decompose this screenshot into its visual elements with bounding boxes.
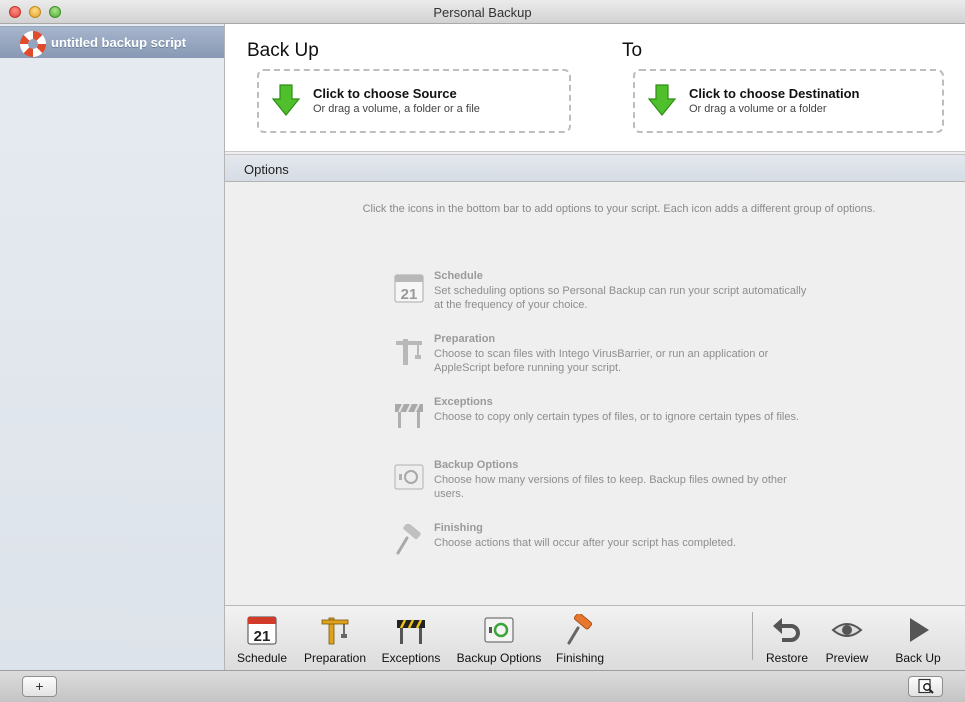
app-window: Personal Backup untitled backup script B… — [0, 0, 965, 702]
source-dropzone[interactable]: Click to choose Source Or drag a volume,… — [257, 69, 571, 133]
option-group-preparation: Preparation Choose to scan files with In… — [393, 333, 813, 383]
source-subtitle: Or drag a volume, a folder or a file — [313, 103, 480, 115]
destination-title: Click to choose Destination — [689, 86, 860, 101]
restore-button[interactable]: Restore — [761, 610, 813, 668]
bottom-toolbar: 21 Schedule Preparation Exceptions Backu… — [225, 605, 965, 670]
eye-icon — [831, 623, 863, 637]
disk-icon — [394, 464, 424, 490]
main-panel: Back Up Click to choose Source Or drag a… — [225, 24, 965, 670]
sidebar-item-backup-script[interactable]: untitled backup script — [0, 26, 224, 58]
disk-icon — [484, 617, 514, 643]
status-bar: + — [0, 670, 965, 702]
source-title: Click to choose Source — [313, 86, 457, 101]
preparation-button[interactable]: Preparation — [299, 610, 371, 668]
barrier-icon — [395, 403, 423, 428]
crane-icon — [396, 339, 422, 365]
option-backup-options-title: Backup Options — [434, 459, 519, 471]
back-up-label: Back Up — [895, 651, 941, 665]
sidebar: untitled backup script — [0, 24, 225, 670]
inspect-script-button[interactable] — [908, 676, 943, 697]
options-hint-text: Click the icons in the bottom bar to add… — [362, 203, 876, 215]
exceptions-label: Exceptions — [381, 651, 441, 665]
calendar-day: 21 — [254, 628, 271, 645]
option-schedule-title: Schedule — [434, 270, 483, 282]
preview-label: Preview — [825, 651, 869, 665]
paint-roller-icon — [396, 524, 421, 555]
option-group-schedule: 21 Schedule Set scheduling options so Pe… — [393, 270, 813, 320]
destination-subtitle: Or drag a volume or a folder — [689, 103, 827, 115]
back-up-button[interactable]: Back Up — [889, 610, 947, 668]
options-header: Options — [225, 154, 965, 182]
title-bar: Personal Backup — [0, 0, 965, 24]
document-search-icon — [917, 678, 934, 694]
lifebuoy-icon — [20, 31, 46, 57]
option-group-finishing: Finishing Choose actions that will occur… — [393, 522, 813, 572]
window-title: Personal Backup — [433, 5, 532, 20]
undo-arrow-icon — [773, 618, 800, 642]
option-schedule-desc: Set scheduling options so Personal Backu… — [434, 285, 807, 311]
preview-button[interactable]: Preview — [821, 610, 873, 668]
calendar-day: 21 — [401, 286, 418, 303]
destination-dropzone[interactable]: Click to choose Destination Or drag a vo… — [633, 69, 944, 133]
toolbar-divider — [752, 612, 753, 660]
option-finishing-desc: Choose actions that will occur after you… — [434, 537, 737, 549]
source-destination-pane: Back Up Click to choose Source Or drag a… — [225, 24, 965, 152]
restore-label: Restore — [765, 651, 809, 665]
sidebar-item-label: untitled backup script — [51, 35, 187, 50]
finishing-label: Finishing — [555, 651, 605, 665]
backup-options-button[interactable]: Backup Options — [453, 610, 545, 668]
barrier-icon — [397, 619, 425, 644]
calendar-icon: 21 — [394, 274, 424, 303]
option-exceptions-desc: Choose to copy only certain types of fil… — [434, 411, 800, 423]
option-preparation-title: Preparation — [434, 333, 496, 345]
option-exceptions-title: Exceptions — [434, 396, 493, 408]
option-group-backup-options: Backup Options Choose how many versions … — [393, 459, 813, 509]
backup-options-label: Backup Options — [456, 651, 542, 665]
options-hint: Click the icons in the bottom bar to add… — [225, 203, 965, 215]
options-title: Options — [244, 162, 289, 177]
down-arrow-icon — [271, 84, 301, 116]
play-icon — [910, 618, 929, 642]
option-group-exceptions: Exceptions Choose to copy only certain t… — [393, 396, 813, 446]
calendar-icon: 21 — [247, 616, 277, 645]
down-arrow-icon — [647, 84, 677, 116]
schedule-label: Schedule — [236, 651, 288, 665]
add-script-button[interactable]: + — [22, 676, 57, 697]
destination-heading: To — [622, 40, 643, 61]
schedule-button[interactable]: 21 Schedule — [234, 610, 290, 668]
source-heading: Back Up — [247, 40, 319, 61]
preparation-label: Preparation — [303, 651, 367, 665]
paint-roller-icon — [567, 614, 593, 645]
exceptions-button[interactable]: Exceptions — [378, 610, 444, 668]
crane-icon — [321, 617, 349, 645]
option-finishing-title: Finishing — [434, 522, 483, 534]
finishing-button[interactable]: Finishing — [551, 610, 609, 668]
option-backup-options-desc: Choose how many versions of files to kee… — [434, 474, 787, 500]
option-preparation-desc: Choose to scan files with Intego VirusBa… — [434, 348, 769, 374]
